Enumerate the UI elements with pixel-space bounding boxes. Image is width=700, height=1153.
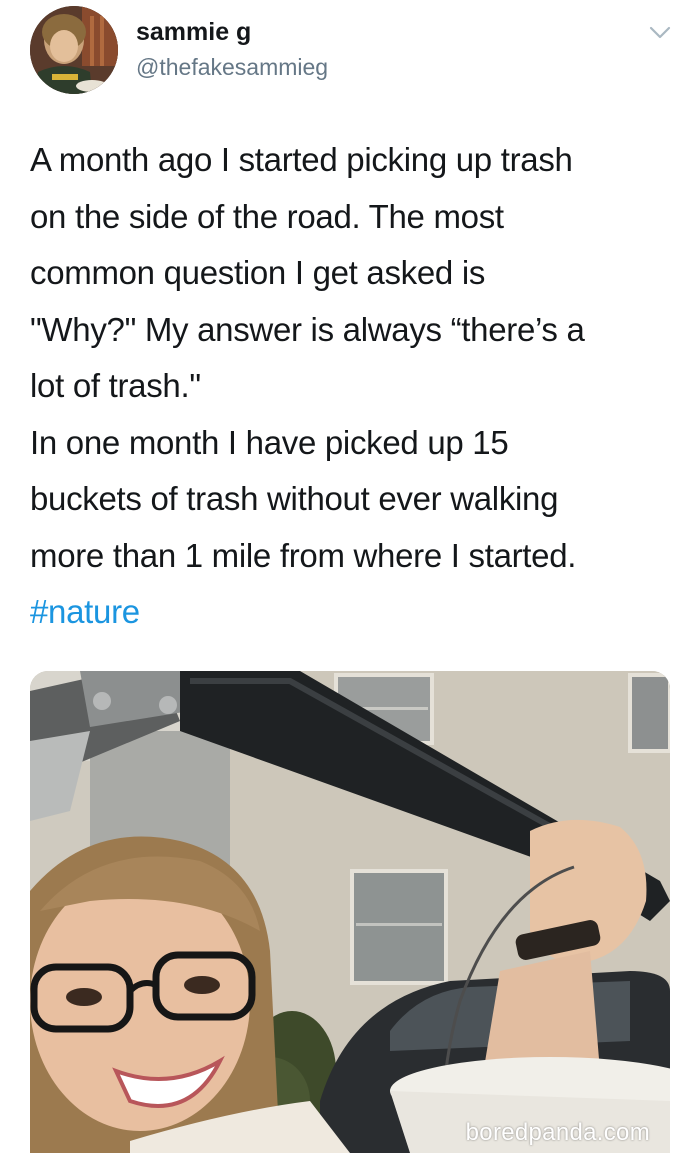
tweet-text-line: more than 1 mile from where I started. xyxy=(30,536,577,574)
tweet-text: A month ago I started picking up trash o… xyxy=(30,132,680,641)
tweet-card: sammie g @thefakesammieg A month ago I s… xyxy=(0,0,700,1153)
tweet-text-line: lot of trash." xyxy=(30,367,201,404)
tweet-text-line: common question I get asked is xyxy=(30,254,486,291)
avatar-photo xyxy=(30,6,118,94)
author-display-name[interactable]: sammie g xyxy=(136,18,251,47)
tweet-text-line: on the side of the road. The most xyxy=(30,197,504,235)
watermark-text: boredpanda.com xyxy=(465,1119,650,1146)
photo-illustration xyxy=(30,671,670,1153)
tweet-text-line: A month ago I started picking up trash xyxy=(30,141,573,178)
chevron-down-icon[interactable] xyxy=(648,24,672,42)
tweet-media-photo[interactable]: boredpanda.com xyxy=(30,671,670,1153)
tweet-text-line: In one month I have picked up 15 xyxy=(30,423,509,461)
tweet-text-line: buckets of trash without ever walking xyxy=(30,480,559,517)
tweet-text-line: "Why?" My answer is always “there’s a xyxy=(30,310,585,348)
author-avatar[interactable] xyxy=(30,6,118,94)
author-handle[interactable]: @thefakesammieg xyxy=(136,54,328,81)
hashtag-link[interactable]: #nature xyxy=(30,584,680,641)
